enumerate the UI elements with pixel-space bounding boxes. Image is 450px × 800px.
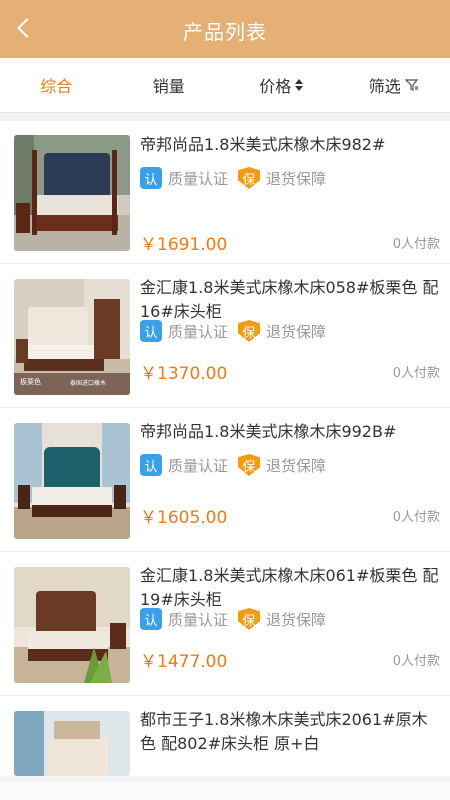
product-item[interactable]: 都市王子1.8米橡木床美式床2061#原木色 配802#床头柜 原+白	[0, 696, 450, 776]
product-price: ￥1370.00	[140, 364, 228, 384]
product-tags: 认 质量认证 保 退货保障	[140, 608, 336, 630]
tab-comprehensive[interactable]: 综合	[0, 73, 113, 97]
product-image	[14, 567, 130, 683]
product-sold: 0人付款	[392, 510, 440, 525]
sort-arrows-icon	[295, 79, 304, 91]
page-title: 产品列表	[183, 20, 267, 44]
quality-cert-icon: 认	[140, 320, 162, 342]
product-name: 金汇康1.8米美式床橡木床061#板栗色 配19#床头柜	[140, 566, 439, 609]
product-price: ￥1477.00	[140, 652, 228, 672]
tab-sales[interactable]: 销量	[113, 73, 226, 97]
product-sold: 0人付款	[392, 654, 440, 669]
product-image	[14, 135, 130, 251]
product-tags: 认 质量认证 保 退货保障	[140, 454, 336, 476]
return-guarantee-icon: 保	[238, 167, 261, 189]
quality-cert-icon: 认	[140, 167, 162, 189]
product-name: 金汇康1.8米美式床橡木床058#板栗色 配16#床头柜	[140, 278, 439, 321]
product-item[interactable]: 金汇康1.8米美式床橡木床061#板栗色 配19#床头柜 认 质量认证 保 退货…	[0, 552, 450, 696]
product-item[interactable]: 板栗色 泰国进口橡木 金汇康1.8米美式床橡木床058#板栗色 配16#床头柜 …	[0, 264, 450, 408]
system-nav-bar	[0, 782, 450, 800]
product-sold: 0人付款	[392, 366, 440, 381]
filter-icon	[404, 79, 418, 91]
product-name: 都市王子1.8米橡木床美式床2061#原木色 配802#床头柜 原+白	[140, 710, 428, 753]
quality-cert-icon: 认	[140, 608, 162, 630]
product-item[interactable]: 帝邦尚品1.8米美式床橡木床992B# 认 质量认证 保 退货保障 ￥1605.…	[0, 408, 450, 552]
sort-bar: 综合 销量 价格 筛选	[0, 58, 450, 113]
product-image	[14, 423, 130, 539]
product-name: 帝邦尚品1.8米美式床橡木床992B#	[140, 422, 397, 441]
product-price: ￥1605.00	[140, 508, 228, 528]
product-sold: 0人付款	[392, 237, 440, 252]
product-item[interactable]: 帝邦尚品1.8米美式床橡木床982# 认 质量认证 保 退货保障 ￥1691.0…	[0, 121, 450, 264]
product-image	[14, 711, 130, 776]
return-guarantee-icon: 保	[238, 320, 261, 342]
product-name: 帝邦尚品1.8米美式床橡木床982#	[140, 135, 386, 154]
product-price: ￥1691.00	[140, 235, 228, 255]
return-guarantee-icon: 保	[238, 608, 261, 630]
return-guarantee-icon: 保	[238, 454, 261, 476]
product-tags: 认 质量认证 保 退货保障	[140, 320, 336, 342]
image-badge: 板栗色	[20, 378, 41, 386]
product-list: 帝邦尚品1.8米美式床橡木床982# 认 质量认证 保 退货保障 ￥1691.0…	[0, 121, 450, 776]
product-tags: 认 质量认证 保 退货保障	[140, 167, 336, 189]
tab-price[interactable]: 价格	[225, 73, 338, 97]
image-caption: 泰国进口橡木	[70, 380, 107, 387]
product-image: 板栗色 泰国进口橡木	[14, 279, 130, 395]
header-bar: 产品列表	[0, 0, 450, 58]
quality-cert-icon: 认	[140, 454, 162, 476]
tab-filter[interactable]: 筛选	[338, 73, 450, 97]
